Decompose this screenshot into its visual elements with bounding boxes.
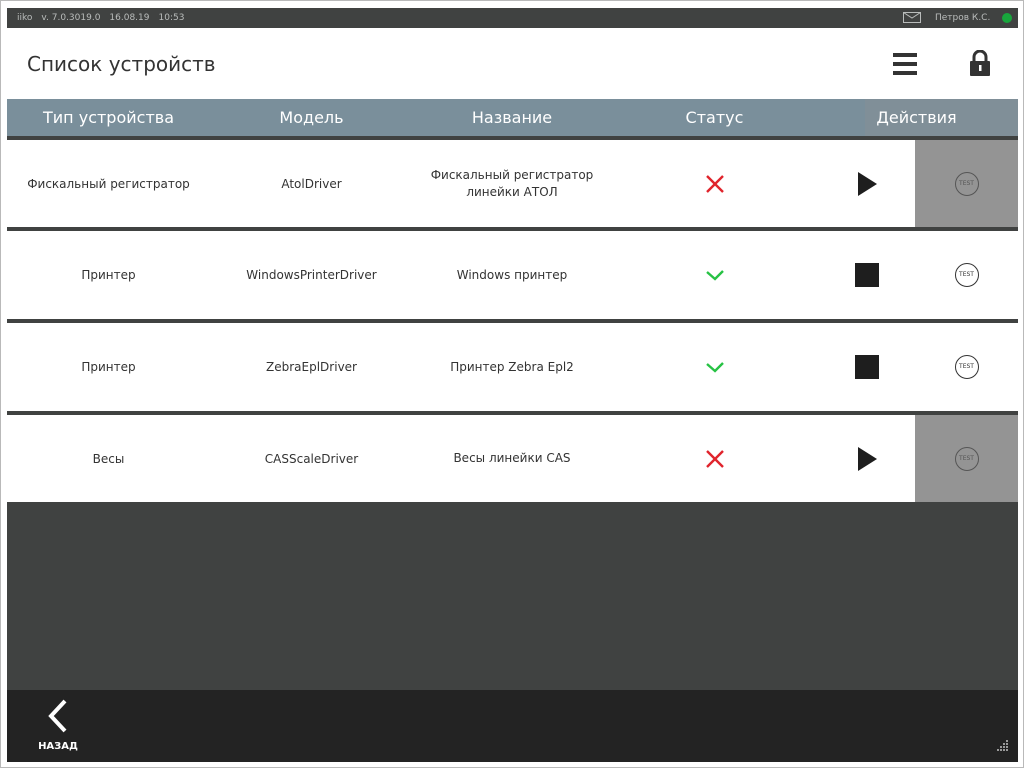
stop-button[interactable]: [818, 231, 915, 319]
status-error-icon: [705, 449, 724, 468]
menu-icon[interactable]: [893, 52, 917, 76]
device-model: WindowsPrinterDriver: [246, 268, 377, 282]
test-button[interactable]: TEST: [915, 415, 1018, 502]
device-type: Весы: [92, 451, 125, 466]
status-ok-icon: [705, 362, 724, 373]
table-row[interactable]: Фискальный регистратор AtolDriver Фискал…: [7, 140, 1018, 227]
column-header-name: Название: [471, 108, 553, 127]
app-root: iiko v. 7.0.3019.0 16.08.19 10:53 Петров К.…: [7, 8, 1018, 762]
table-header: Тип устройства Модель Название Статус Де…: [7, 99, 1018, 136]
connection-status-indicator: [1002, 13, 1012, 23]
page-title: Список устройств: [27, 52, 216, 76]
version-label: v. 7.0.3019.0: [41, 13, 101, 23]
user-name[interactable]: Петров К.С.: [935, 13, 990, 23]
play-icon: [857, 171, 877, 196]
device-name: Фискальный регистратор линейки АТОЛ: [413, 140, 611, 227]
column-header-model: Модель: [279, 108, 344, 127]
test-button[interactable]: TEST: [915, 140, 1018, 227]
device-type: Принтер: [81, 268, 136, 282]
bottom-bar: НАЗАД: [7, 690, 1018, 762]
column-header-status: Статус: [685, 108, 744, 127]
page-header: Список устройств: [7, 28, 1018, 99]
test-button[interactable]: TEST: [915, 323, 1018, 411]
chevron-left-icon: [48, 699, 67, 733]
table-row[interactable]: Принтер ZebraEplDriver Принтер Zebra Epl…: [7, 323, 1018, 411]
version-info: iiko v. 7.0.3019.0 16.08.19 10:53: [17, 13, 193, 23]
test-icon: TEST: [954, 446, 979, 471]
test-button[interactable]: TEST: [915, 231, 1018, 319]
status-bar: iiko v. 7.0.3019.0 16.08.19 10:53 Петров К.…: [7, 8, 1018, 28]
stop-icon: [854, 263, 879, 287]
status-cell: [611, 140, 818, 227]
stop-button[interactable]: [818, 323, 915, 411]
status-cell: [611, 323, 818, 411]
status-error-icon: [705, 174, 724, 193]
column-header-actions: Действия: [876, 108, 957, 127]
device-name: Весы линейки CAS: [453, 451, 571, 465]
date-label: 16.08.19: [109, 13, 150, 23]
device-name: Принтер Zebra Epl2: [450, 359, 574, 374]
device-model: CASScaleDriver: [264, 451, 359, 466]
device-type: Фискальный регистратор: [27, 176, 190, 191]
device-name-line: Фискальный регистратор: [430, 167, 594, 182]
device-name: Windows принтер: [456, 267, 568, 282]
resize-grip-icon[interactable]: [997, 739, 1009, 751]
time-label: 10:53: [158, 13, 185, 23]
status-cell: [611, 415, 818, 502]
brand-label: iiko: [17, 13, 33, 23]
status-ok-icon: [705, 270, 724, 281]
lock-icon[interactable]: [970, 50, 990, 76]
play-icon: [857, 446, 877, 471]
back-button[interactable]: НАЗАД: [35, 698, 81, 754]
device-type: Принтер: [81, 360, 136, 374]
device-name-line: линейки АТОЛ: [466, 184, 558, 199]
test-icon: TEST: [954, 171, 979, 196]
mail-icon[interactable]: [903, 12, 921, 23]
test-icon: TEST: [954, 355, 979, 379]
table-row[interactable]: Принтер WindowsPrinterDriver Windows при…: [7, 231, 1018, 319]
window-frame: iiko v. 7.0.3019.0 16.08.19 10:53 Петров К.…: [0, 0, 1024, 768]
start-button[interactable]: [818, 415, 915, 502]
back-label: НАЗАД: [38, 741, 78, 752]
column-header-type: Тип устройства: [43, 108, 174, 127]
start-button[interactable]: [818, 140, 915, 227]
device-model: ZebraEplDriver: [266, 360, 357, 374]
stop-icon: [854, 355, 879, 379]
status-cell: [611, 231, 818, 319]
device-model: AtolDriver: [281, 176, 342, 191]
test-icon: TEST: [954, 263, 979, 287]
table-row[interactable]: Весы CASScaleDriver Весы линейки CAS TES…: [7, 415, 1018, 502]
